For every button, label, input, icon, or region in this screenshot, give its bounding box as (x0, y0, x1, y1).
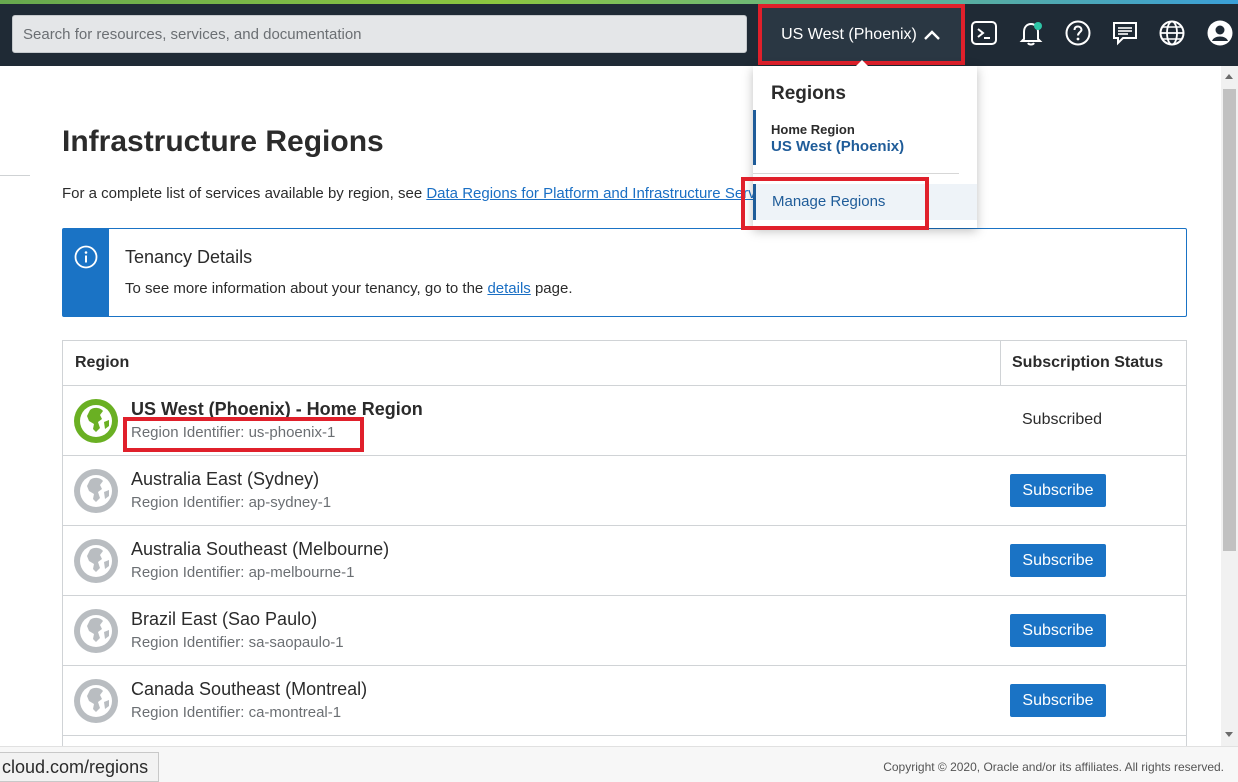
globe-icon (74, 469, 118, 513)
home-region-label: Home Region (771, 122, 855, 137)
page-description: For a complete list of services availabl… (62, 185, 782, 202)
left-divider (0, 175, 30, 176)
table-row: Canada Southeast (Montreal) Region Ident… (63, 666, 1186, 736)
globe-icon (74, 679, 118, 723)
description-text: For a complete list of services availabl… (62, 185, 423, 202)
region-identifier: Region Identifier: ap-melbourne-1 (131, 564, 355, 581)
globe-icon (74, 609, 118, 653)
globe-icon[interactable] (1158, 19, 1186, 47)
help-icon[interactable] (1064, 19, 1092, 47)
home-region-item[interactable]: Home Region US West (Phoenix) (753, 110, 959, 165)
page-title: Infrastructure Regions (62, 125, 384, 158)
home-region-value: US West (Phoenix) (771, 138, 905, 155)
region-name: Australia East (Sydney) (131, 469, 320, 489)
table-row: Brazil East (Sao Paulo) Region Identifie… (63, 596, 1186, 666)
subscribe-button[interactable]: Subscribe (1010, 684, 1106, 717)
subscribe-button[interactable]: Subscribe (1010, 474, 1106, 507)
region-identifier: Region Identifier: ap-sydney-1 (131, 494, 332, 511)
chat-icon[interactable] (1111, 19, 1139, 47)
user-avatar-icon[interactable] (1206, 19, 1234, 47)
info-accent-bar (63, 229, 109, 316)
menu-separator (753, 173, 959, 174)
info-text-suffix: page. (534, 280, 573, 297)
chevron-up-icon (924, 30, 940, 40)
bell-icon[interactable] (1017, 19, 1045, 47)
table-row: Australia East (Sydney) Region Identifie… (63, 456, 1186, 526)
table-row: Australia Southeast (Melbourne) Region I… (63, 526, 1186, 596)
home-region-globe-icon (74, 399, 118, 443)
region-identifier: Region Identifier: ca-montreal-1 (131, 704, 342, 721)
table-header: Region Subscription Status (63, 341, 1186, 386)
link-preview-status: cloud.com/regions (0, 752, 160, 782)
brand-accent-strip (0, 0, 1238, 4)
table-row: US West (Phoenix) - Home Region Region I… (63, 386, 1186, 456)
column-divider (1000, 341, 1001, 386)
globe-icon (74, 539, 118, 583)
menu-caret (855, 60, 869, 67)
scrollbar-thumb[interactable] (1223, 89, 1236, 551)
region-name: Australia Southeast (Melbourne) (131, 539, 390, 559)
region-name: Canada Southeast (Montreal) (131, 679, 368, 699)
region-identifier: Region Identifier: sa-saopaulo-1 (131, 634, 344, 651)
scroll-down-arrow-icon[interactable] (1225, 732, 1233, 737)
region-identifier: Region Identifier: us-phoenix-1 (131, 424, 336, 441)
region-menu: Regions Home Region US West (Phoenix) Ma… (753, 66, 977, 228)
vertical-scrollbar[interactable] (1221, 66, 1238, 746)
details-link[interactable]: details (487, 280, 530, 297)
region-name: US West (Phoenix) - Home Region (131, 399, 423, 419)
info-icon (74, 245, 98, 269)
region-menu-title: Regions (771, 83, 846, 104)
info-text: To see more information about your tenan… (125, 280, 573, 297)
data-regions-link[interactable]: Data Regions for Platform and Infrastruc… (426, 185, 782, 202)
subscription-status: Subscribed (1022, 411, 1103, 428)
info-title: Tenancy Details (125, 247, 253, 267)
regions-table: Region Subscription Status US West (Phoe… (62, 340, 1187, 760)
search-input[interactable]: Search for resources, services, and docu… (12, 15, 747, 53)
info-text-prefix: To see more information about your tenan… (125, 280, 484, 297)
subscribe-button[interactable]: Subscribe (1010, 614, 1106, 647)
manage-regions-menu-item[interactable]: Manage Regions (753, 184, 977, 220)
region-name: Brazil East (Sao Paulo) (131, 609, 318, 629)
region-selector-button[interactable]: US West (Phoenix) (758, 6, 964, 64)
scroll-up-arrow-icon[interactable] (1225, 74, 1233, 79)
tenancy-info-box: Tenancy Details To see more information … (62, 228, 1187, 317)
cloud-shell-icon[interactable] (970, 19, 998, 47)
copyright-text: Copyright © 2020, Oracle and/or its affi… (883, 760, 1224, 774)
column-header-region[interactable]: Region (75, 354, 129, 372)
page-footer: Copyright © 2020, Oracle and/or its affi… (0, 746, 1238, 782)
region-selector-label: US West (Phoenix) (781, 26, 917, 43)
column-header-subscription-status[interactable]: Subscription Status (1012, 354, 1163, 372)
subscribe-button[interactable]: Subscribe (1010, 544, 1106, 577)
top-navigation-bar: Search for resources, services, and docu… (0, 0, 1238, 66)
